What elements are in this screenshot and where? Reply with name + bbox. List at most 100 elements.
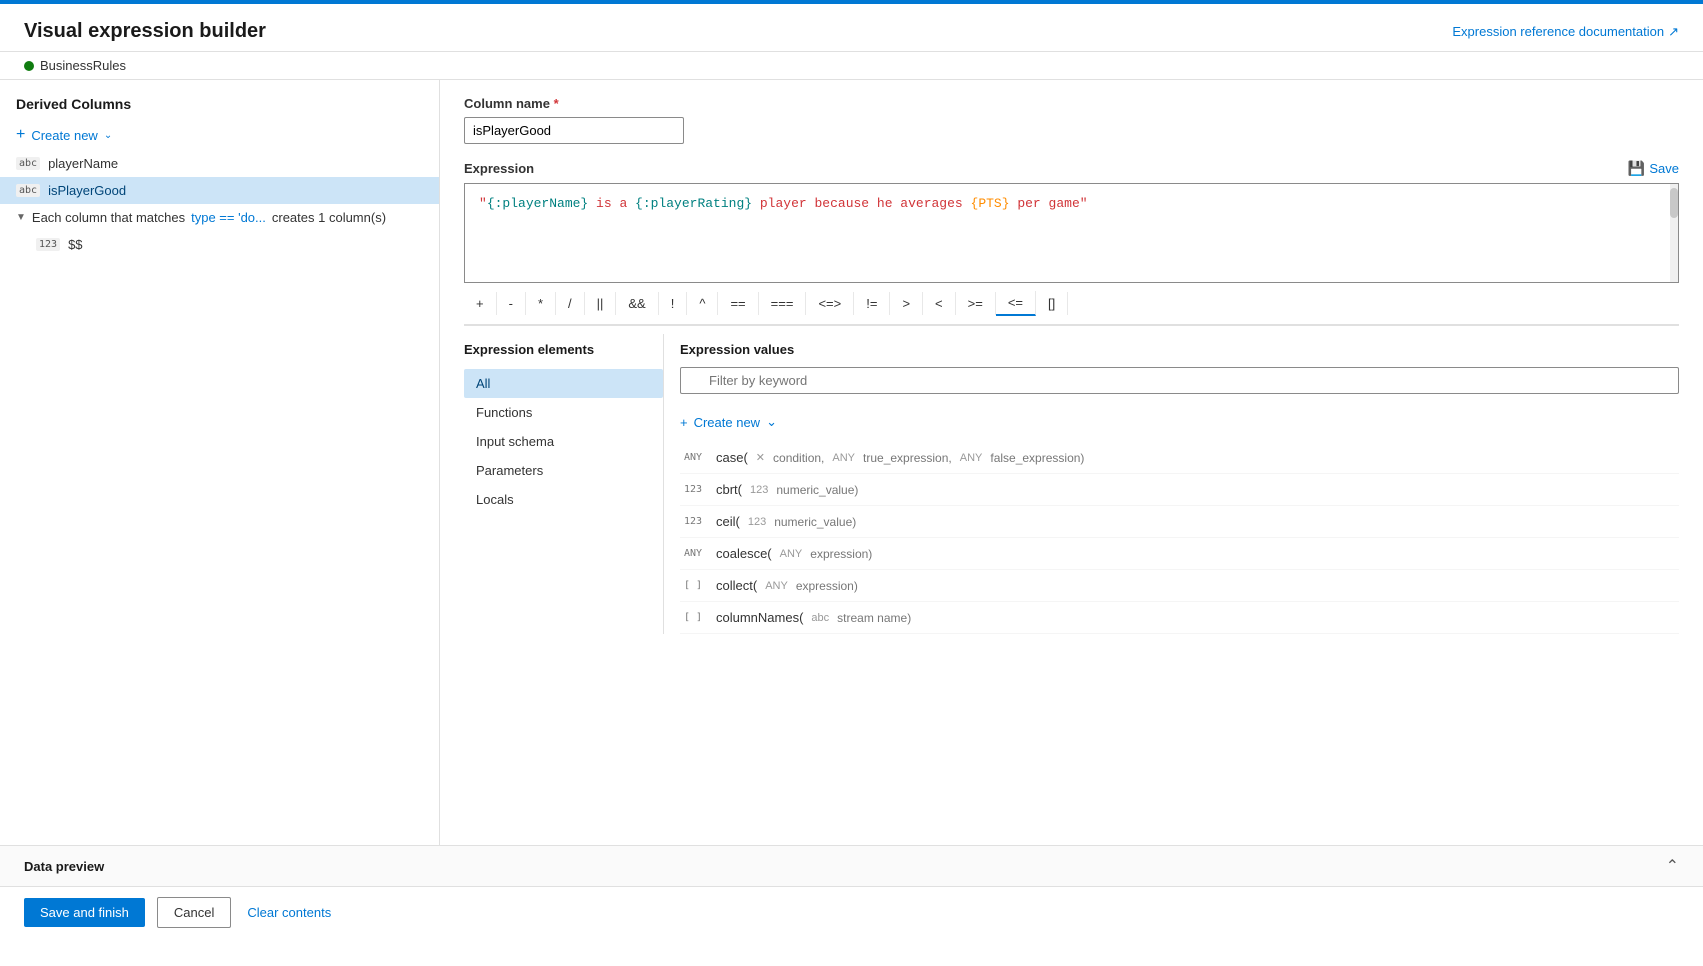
func-type-any-2: ANY (684, 548, 708, 559)
func-collect[interactable]: [ ] collect( ANY expression) (680, 570, 1679, 602)
func-coalesce[interactable]: ANY coalesce( ANY expression) (680, 538, 1679, 570)
save-label: Save (1649, 161, 1679, 176)
op-or[interactable]: || (585, 292, 617, 315)
type-badge-abc: abc (16, 184, 40, 197)
clear-contents-button[interactable]: Clear contents (243, 898, 335, 927)
code-player-text: player because he averages (752, 196, 970, 211)
column-item-isPlayerGood[interactable]: abc isPlayerGood (0, 177, 439, 204)
func-case[interactable]: ANY case( ✕ condition, ANY true_expressi… (680, 442, 1679, 474)
each-col-prefix: Each column that matches (32, 210, 185, 225)
elem-functions[interactable]: Functions (464, 398, 663, 427)
op-minus[interactable]: - (497, 292, 526, 315)
op-neq[interactable]: != (854, 292, 890, 315)
code-string-start: " (479, 196, 487, 211)
func-type-123-2: 123 (684, 516, 708, 527)
elem-input-schema[interactable]: Input schema (464, 427, 663, 456)
doc-link[interactable]: Expression reference documentation ↗ (1452, 24, 1679, 40)
save-finish-button[interactable]: Save and finish (24, 898, 145, 927)
status-dot (24, 61, 34, 71)
expression-values-title: Expression values (680, 334, 1679, 367)
chevron-down-icon-expr: ⌄ (766, 414, 777, 430)
op-lte[interactable]: <= (996, 291, 1036, 316)
func-type-any: ANY (684, 452, 708, 463)
func-type-arr: [ ] (684, 580, 708, 591)
create-new-expr-label: Create new (694, 415, 760, 430)
external-link-icon: ↗ (1668, 24, 1679, 40)
sub-col-label: $$ (68, 237, 82, 252)
code-pts: {PTS} (971, 196, 1010, 211)
op-plus[interactable]: + (464, 292, 497, 315)
func-type-arr-2: [ ] (684, 612, 708, 623)
required-marker: * (554, 96, 559, 111)
code-playerRating: {:playerRating} (635, 196, 752, 211)
expand-icon[interactable]: ▼ (16, 212, 26, 223)
main-content: Derived Columns + Create new ⌄ abc playe… (0, 80, 1703, 845)
func-columnNames[interactable]: [ ] columnNames( abc stream name) (680, 602, 1679, 634)
app-name: BusinessRules (40, 58, 126, 73)
expression-label: Expression (464, 161, 534, 176)
column-name-input[interactable] (464, 117, 684, 144)
code-line: "{:playerName} is a {:playerRating} play… (479, 194, 1664, 215)
func-cbrt[interactable]: 123 cbrt( 123 numeric_value) (680, 474, 1679, 506)
elem-all[interactable]: All (464, 369, 663, 398)
save-button[interactable]: 💾 Save (1628, 160, 1679, 177)
type-link[interactable]: type == 'do... (191, 210, 266, 225)
op-multiply[interactable]: * (526, 292, 556, 315)
op-lt[interactable]: < (923, 292, 956, 315)
each-col-row: ▼ Each column that matches type == 'do..… (0, 204, 439, 231)
footer: Save and finish Cancel Clear contents (0, 886, 1703, 938)
column-item-playerName[interactable]: abc playerName (0, 150, 439, 177)
op-strict-eq[interactable]: === (759, 292, 807, 315)
filter-wrapper: 🔍 (680, 367, 1679, 404)
column-name-section: Column name * (464, 96, 1679, 144)
op-brackets[interactable]: [] (1036, 292, 1068, 315)
page-title: Visual expression builder (24, 20, 266, 43)
scrollbar-thumb (1670, 188, 1678, 218)
save-icon: 💾 (1628, 160, 1645, 177)
op-gte[interactable]: >= (956, 292, 996, 315)
type-badge-abc: abc (16, 157, 40, 170)
op-divide[interactable]: / (556, 292, 585, 315)
column-name-label: Column name * (464, 96, 1679, 111)
op-and[interactable]: && (616, 292, 658, 315)
data-preview-title: Data preview (24, 859, 104, 874)
code-per-game: per game" (1010, 196, 1088, 211)
func-ceil[interactable]: 123 ceil( 123 numeric_value) (680, 506, 1679, 538)
op-caret[interactable]: ^ (687, 292, 718, 315)
op-gt[interactable]: > (890, 292, 923, 315)
chevron-down-icon: ⌄ (104, 130, 112, 141)
func-type-123: 123 (684, 484, 708, 495)
create-new-expr-button[interactable]: + Create new ⌄ (680, 414, 1679, 430)
code-is-a: is a (588, 196, 635, 211)
elem-locals[interactable]: Locals (464, 485, 663, 514)
bottom-section: Expression elements All Functions Input … (464, 334, 1679, 634)
each-col-suffix: creates 1 column(s) (272, 210, 386, 225)
op-eq[interactable]: == (718, 292, 758, 315)
expression-elements: Expression elements All Functions Input … (464, 334, 664, 634)
create-new-label: Create new (31, 128, 97, 143)
scrollbar (1670, 184, 1678, 282)
right-panel: Column name * Expression 💾 Save "{:playe… (440, 80, 1703, 845)
column-label: isPlayerGood (48, 183, 126, 198)
subheader: BusinessRules (0, 52, 1703, 80)
code-editor[interactable]: "{:playerName} is a {:playerRating} play… (464, 183, 1679, 283)
op-not[interactable]: ! (659, 292, 688, 315)
left-panel: Derived Columns + Create new ⌄ abc playe… (0, 80, 440, 845)
sub-column-item[interactable]: 123 $$ (0, 231, 439, 258)
function-list: ANY case( ✕ condition, ANY true_expressi… (680, 442, 1679, 634)
data-preview-bar[interactable]: Data preview ⌃ (0, 845, 1703, 886)
filter-input[interactable] (680, 367, 1679, 394)
plus-icon-expr: + (680, 415, 688, 430)
header: Visual expression builder Expression ref… (0, 4, 1703, 52)
plus-icon: + (16, 126, 25, 144)
section-title: Derived Columns (0, 96, 439, 120)
elem-parameters[interactable]: Parameters (464, 456, 663, 485)
operators-row: + - * / || && ! ^ == === <=> != > < >= <… (464, 283, 1679, 326)
op-spaceship[interactable]: <=> (806, 292, 854, 315)
type-badge-num: 123 (36, 238, 60, 251)
create-new-button[interactable]: + Create new ⌄ (0, 120, 439, 150)
expression-values: Expression values 🔍 + Create new ⌄ ANY c… (664, 334, 1679, 634)
cancel-button[interactable]: Cancel (157, 897, 231, 928)
chevron-up-icon: ⌃ (1666, 856, 1679, 876)
code-playerName: {:playerName} (487, 196, 588, 211)
